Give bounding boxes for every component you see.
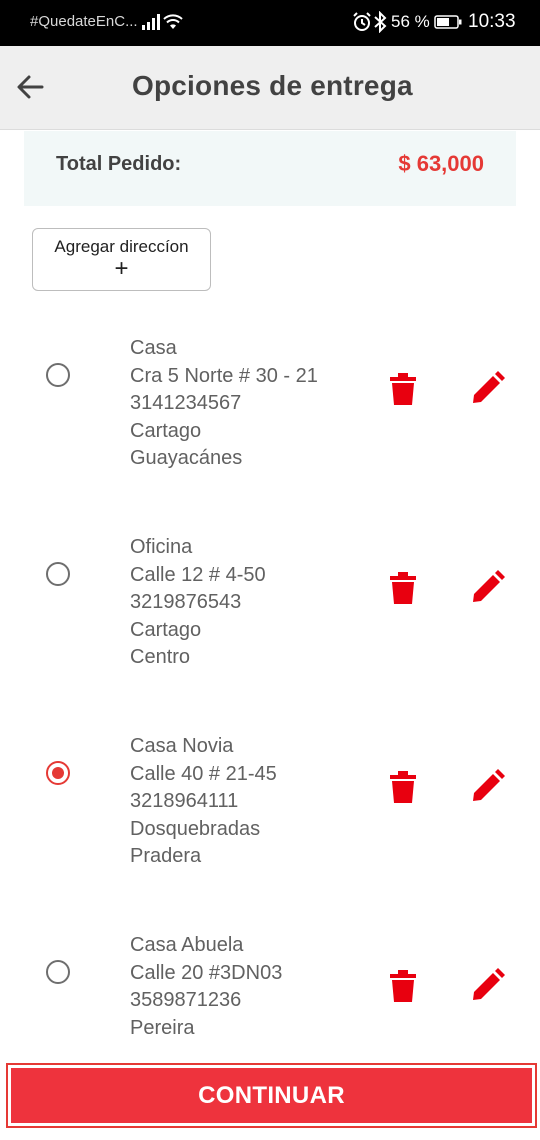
address-name: Oficina [130, 536, 193, 558]
order-total-label: Total Pedido: [56, 153, 182, 175]
address-name: Casa Novia [130, 735, 234, 757]
address-item-casa: Casa Cra 5 Norte # 30 - 21 3141234567 Ca… [0, 335, 540, 485]
continue-button[interactable]: CONTINUAR [11, 1068, 532, 1123]
address-item-casa-abuela: Casa Abuela Calle 20 #3DN03 3589871236 P… [0, 932, 540, 1060]
address-neighborhood: Centro [130, 646, 191, 669]
address-phone: 3219876543 [130, 591, 242, 614]
address-city: Cartago [130, 618, 202, 641]
add-address-label: Agregar direccíon [54, 237, 189, 256]
pencil-icon[interactable] [471, 968, 505, 1002]
battery-icon [434, 15, 462, 29]
address-street: Calle 12 # 4-50 [130, 563, 266, 586]
address-details: Casa Abuela Calle 20 #3DN03 3589871236 P… [130, 932, 282, 1042]
page-title: Opciones de entrega [132, 70, 413, 101]
app-bar: Opciones de entrega [0, 46, 540, 130]
wifi-icon [163, 14, 183, 29]
arrow-left-icon[interactable] [14, 70, 48, 104]
address-city: Dosquebradas [130, 817, 261, 840]
trash-icon[interactable] [390, 970, 416, 1002]
address-details: Casa Cra 5 Norte # 30 - 21 3141234567 Ca… [130, 335, 318, 473]
address-city: Cartago [130, 419, 202, 442]
address-phone: 3218964111 [130, 790, 239, 813]
add-address-button[interactable]: Agregar direccíon + [32, 228, 211, 291]
address-details: Oficina Calle 12 # 4-50 3219876543 Carta… [130, 534, 266, 672]
address-neighborhood: Guayacánes [130, 447, 243, 470]
bluetooth-icon [374, 11, 387, 33]
address-street: Calle 20 #3DN03 [130, 961, 283, 984]
address-neighborhood: Pradera [130, 845, 202, 868]
address-item-casa-novia: Casa Novia Calle 40 # 21-45 3218964111 D… [0, 733, 540, 883]
address-radio-casa[interactable] [46, 363, 70, 387]
address-radio-casa-abuela[interactable] [46, 960, 70, 984]
address-radio-casa-novia[interactable] [46, 761, 70, 785]
address-phone: 3589871236 [130, 989, 242, 1012]
status-notification-text: #QuedateEnC... [30, 13, 138, 30]
trash-icon[interactable] [390, 771, 416, 803]
continue-button-frame[interactable]: CONTINUAR [6, 1063, 537, 1128]
order-total-panel: Total Pedido: $ 63,000 [24, 131, 516, 206]
address-item-oficina: Oficina Calle 12 # 4-50 3219876543 Carta… [0, 534, 540, 684]
battery-percent: 56 % [391, 12, 430, 31]
pencil-icon[interactable] [471, 570, 505, 604]
status-time: 10:33 [468, 11, 516, 32]
address-details: Casa Novia Calle 40 # 21-45 3218964111 D… [130, 733, 277, 871]
alarm-icon [353, 12, 371, 31]
pencil-icon[interactable] [471, 769, 505, 803]
address-name: Casa Abuela [130, 934, 244, 956]
pencil-icon[interactable] [471, 371, 505, 405]
address-street: Cra 5 Norte # 30 - 21 [130, 364, 318, 387]
signal-icon [142, 14, 160, 30]
address-city: Pereira [130, 1016, 195, 1039]
order-total-value: $ 63,000 [398, 151, 484, 176]
address-street: Calle 40 # 21-45 [130, 762, 277, 785]
address-name: Casa [130, 337, 177, 359]
status-bar: #QuedateEnC... 56 % 10:33 [0, 0, 540, 46]
address-radio-oficina[interactable] [46, 562, 70, 586]
plus-icon: + [114, 255, 129, 282]
trash-icon[interactable] [390, 572, 416, 604]
trash-icon[interactable] [390, 373, 416, 405]
address-phone: 3141234567 [130, 392, 242, 415]
